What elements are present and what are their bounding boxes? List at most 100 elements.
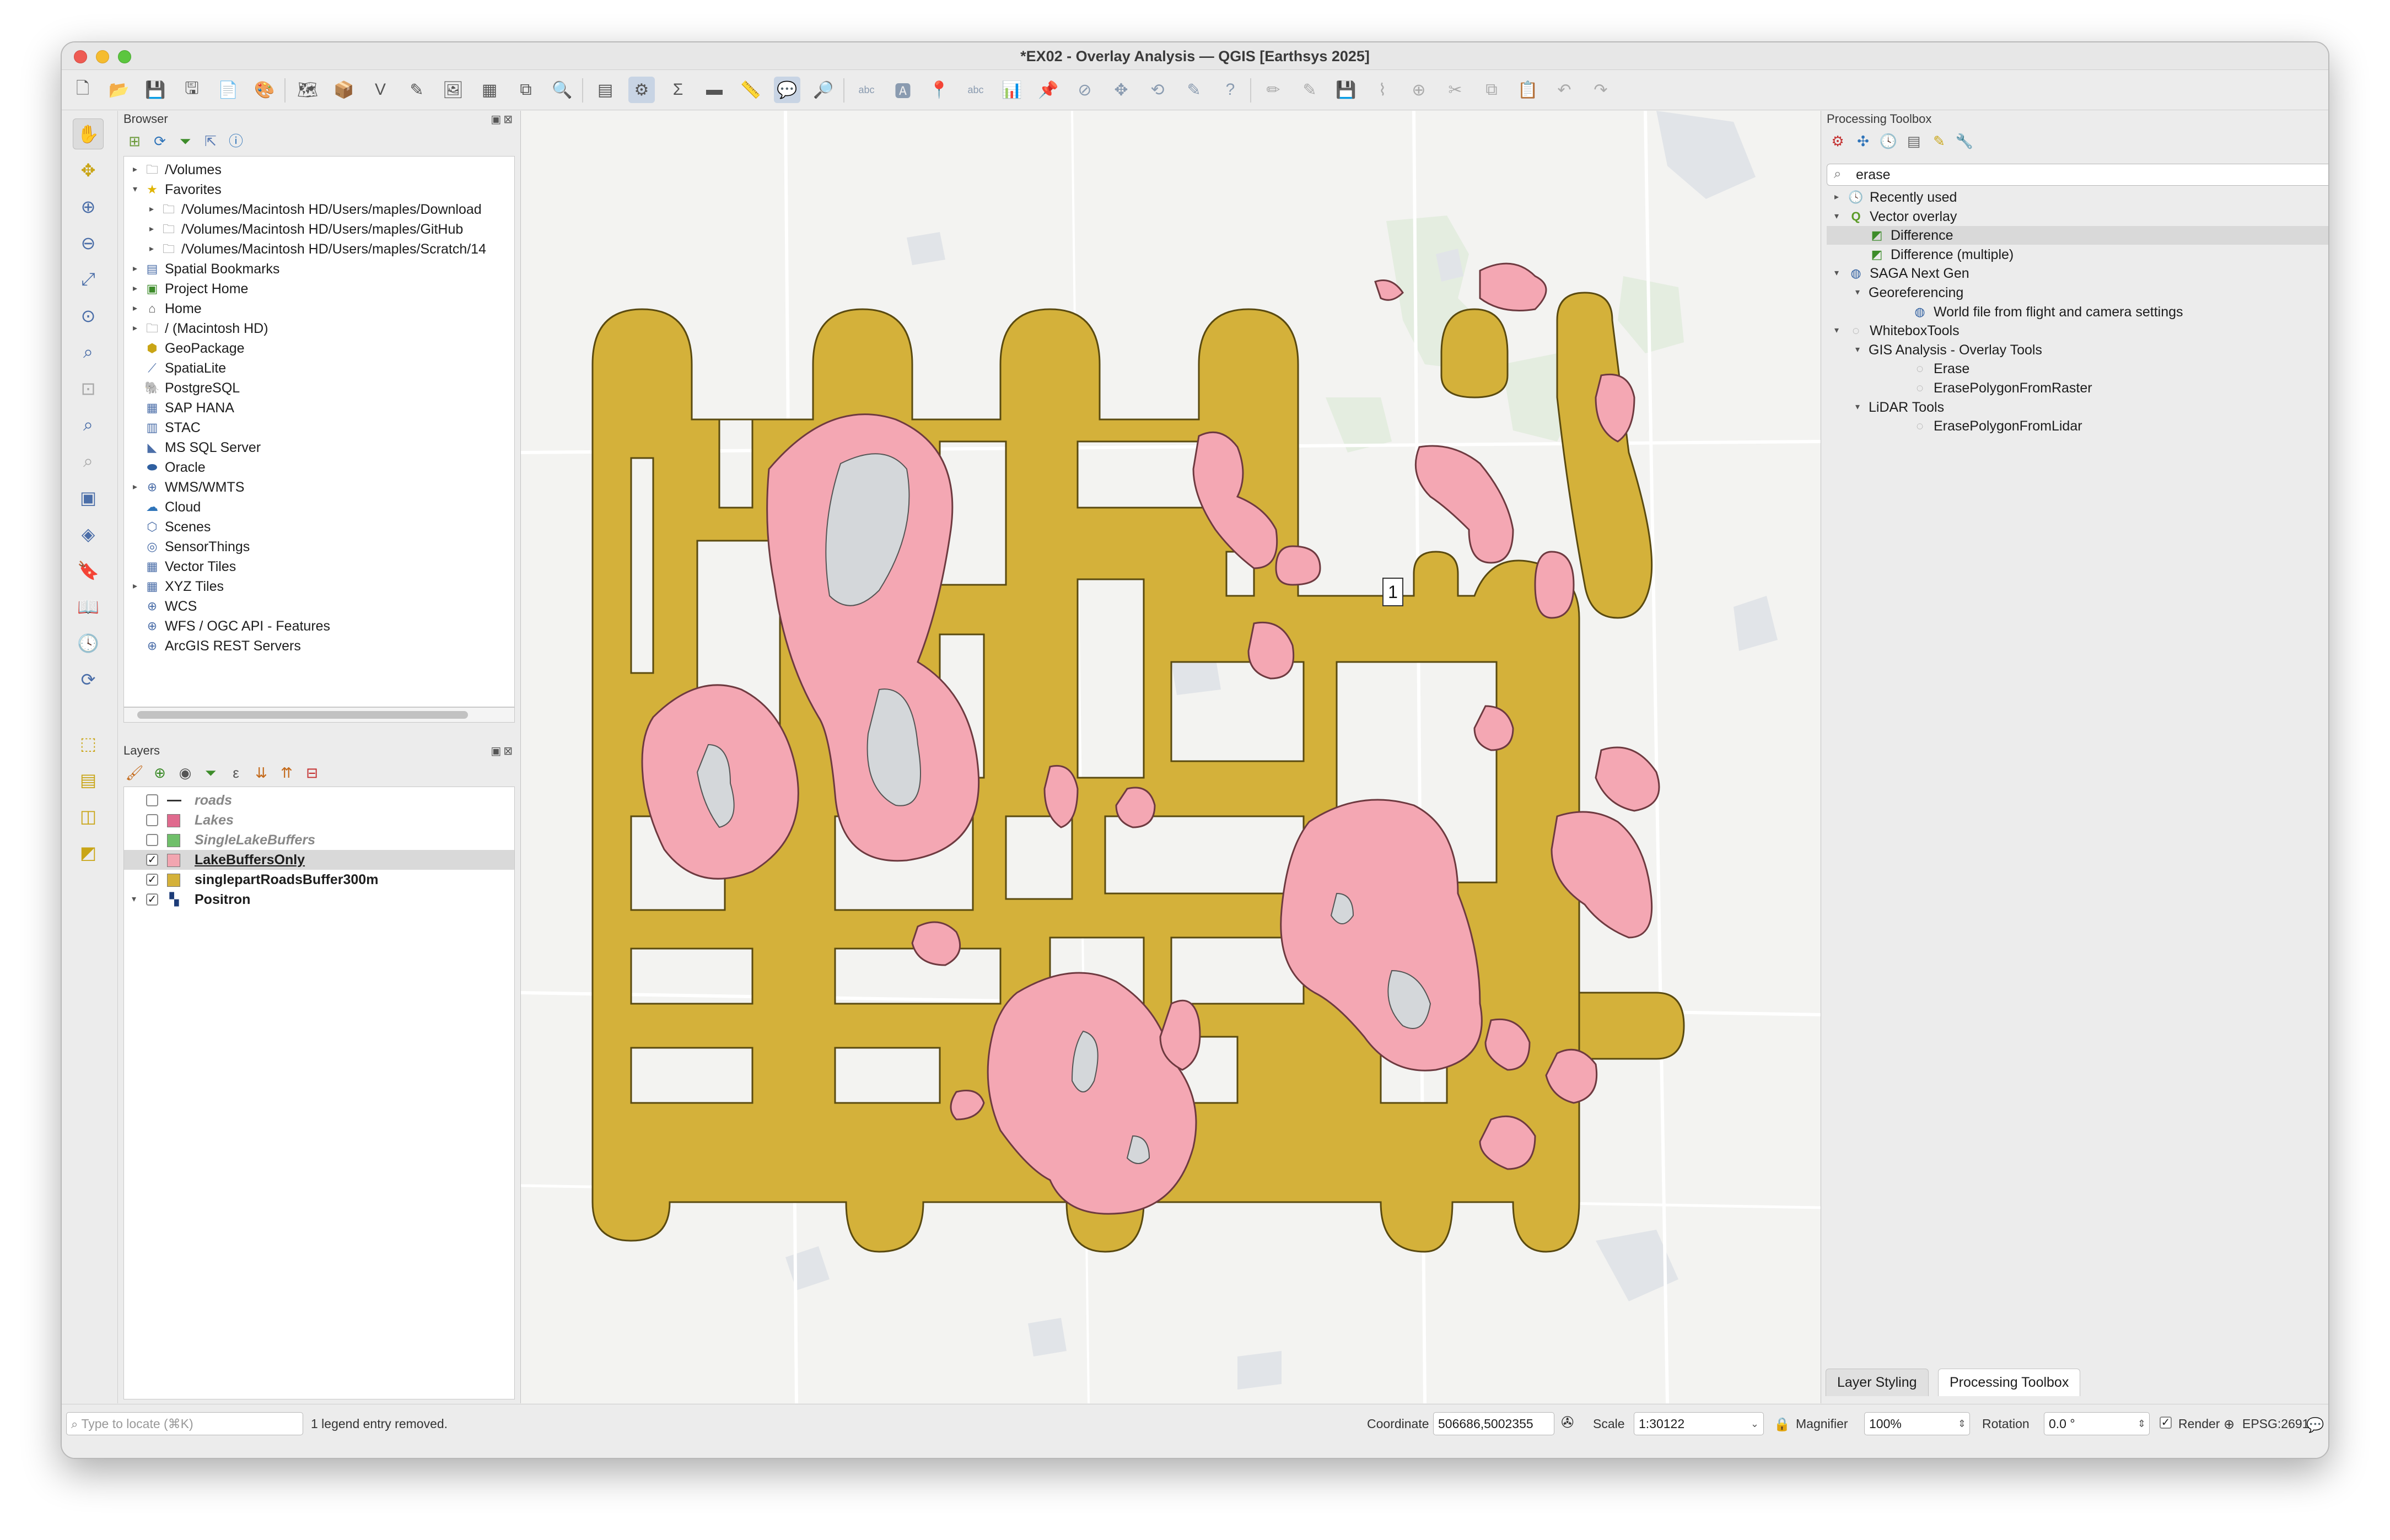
layer-item[interactable]: roads: [124, 790, 514, 810]
diagram-icon[interactable]: 📊: [999, 77, 1025, 103]
browser-item[interactable]: ▸ ⊕ WMS/WMTS: [124, 477, 514, 497]
layer-item[interactable]: ✓ singlepartRoadsBuffer300m: [124, 870, 514, 890]
select-features-icon[interactable]: ⬚: [73, 728, 104, 759]
rotate-label-icon[interactable]: ⟲: [1144, 77, 1171, 103]
layer-item[interactable]: ▾ ✓ ▚ Positron: [124, 890, 514, 909]
browser-item[interactable]: ▦ SAP HANA: [124, 398, 514, 418]
results-icon[interactable]: ▤: [1903, 131, 1925, 152]
new-3d-view-icon[interactable]: ◈: [73, 519, 104, 550]
toolbox-item[interactable]: ▾ GIS Analysis - Overlay Tools: [1827, 341, 2328, 359]
chevron-down-icon[interactable]: ▾: [130, 180, 141, 200]
browser-item[interactable]: ⬬ Oracle: [124, 457, 514, 477]
processing-icon[interactable]: ⚙: [628, 77, 655, 103]
toolbox-item[interactable]: ▾ ◌ WhiteboxTools: [1827, 321, 2328, 340]
panel-float-close-buttons[interactable]: ▣⊠: [491, 112, 515, 126]
messages-icon[interactable]: 💬: [2306, 1417, 2324, 1434]
copy-icon[interactable]: ⧉: [1478, 77, 1505, 103]
browser-item[interactable]: ☁ Cloud: [124, 497, 514, 517]
paste-icon[interactable]: 📋: [1515, 77, 1541, 103]
zoom-last-icon[interactable]: ⌕: [73, 410, 104, 440]
models-icon[interactable]: ⚙: [1827, 131, 1849, 152]
chevron-right-icon[interactable]: ▸: [146, 239, 157, 259]
browser-item[interactable]: ▸ 🗀 /Volumes/Macintosh HD/Users/maples/Git…: [124, 219, 514, 239]
magnifier-field[interactable]: 100% ⇕: [1864, 1412, 1970, 1435]
browser-item[interactable]: ▸ ⌂ Home: [124, 299, 514, 319]
coordinate-field[interactable]: 506686,5002355: [1433, 1412, 1554, 1435]
toolbox-item[interactable]: ◩ Difference: [1827, 226, 2328, 245]
new-project-icon[interactable]: 🗋: [69, 77, 96, 103]
collapse-all-icon[interactable]: ⇱: [200, 131, 222, 152]
browser-item[interactable]: ▸ 🗀 /Volumes: [124, 160, 514, 180]
redo-icon[interactable]: ↷: [1587, 77, 1614, 103]
chevron-right-icon[interactable]: ▸: [130, 279, 141, 299]
open-project-icon[interactable]: 📂: [106, 77, 132, 103]
toolbox-item[interactable]: ◩ Difference (multiple): [1827, 245, 2328, 264]
toolbox-search-field[interactable]: ⌕ erase ⌫: [1827, 164, 2328, 186]
layer-visibility-checkbox[interactable]: [146, 834, 158, 846]
style-manager-icon[interactable]: 🎨: [251, 77, 278, 103]
node-tool-icon[interactable]: ⌇: [1369, 77, 1396, 103]
select-by-expression-icon[interactable]: ▤: [73, 764, 104, 795]
chevron-right-icon[interactable]: ▸: [130, 477, 141, 497]
filter-icon[interactable]: ⏷: [174, 131, 196, 152]
map-svg[interactable]: 1: [521, 111, 1821, 1403]
edit-icon[interactable]: ✎: [1296, 77, 1323, 103]
chevron-down-icon[interactable]: ▾: [1831, 321, 1842, 340]
layer-item[interactable]: Lakes: [124, 810, 514, 830]
help-icon[interactable]: ?: [1217, 77, 1244, 103]
georeference-icon[interactable]: ✎: [403, 77, 430, 103]
refresh-icon[interactable]: ⟳: [73, 664, 104, 695]
browser-item[interactable]: ▥ STAC: [124, 418, 514, 438]
label-pin-icon[interactable]: 📍: [926, 77, 952, 103]
layer-visibility-checkbox[interactable]: [146, 794, 158, 806]
collapse-all-icon[interactable]: ⇈: [276, 762, 298, 783]
show-bookmarks-icon[interactable]: 🔖: [73, 555, 104, 586]
browser-item[interactable]: 🐘 PostgreSQL: [124, 378, 514, 398]
attribute-table-icon[interactable]: ▤: [592, 77, 618, 103]
browser-item[interactable]: ⟋ SpatiaLite: [124, 358, 514, 378]
browser-item[interactable]: ⊕ WCS: [124, 596, 514, 616]
filter-legend-icon[interactable]: ⏷: [200, 762, 222, 783]
change-label-icon[interactable]: ✎: [1181, 77, 1207, 103]
zoom-in-icon[interactable]: ⊕: [73, 191, 104, 222]
toolbox-item[interactable]: ▾ Georeferencing: [1827, 283, 2328, 302]
toolbox-item[interactable]: ◌ ErasePolygonFromLidar: [1827, 417, 2328, 435]
render-checkbox[interactable]: ✓: [2160, 1417, 2172, 1429]
scripts-icon[interactable]: ✣: [1852, 131, 1874, 152]
pan-tool-icon[interactable]: ✋: [73, 119, 104, 149]
new-print-layout-icon[interactable]: 📄: [215, 77, 241, 103]
identify-icon[interactable]: 🔍: [549, 77, 575, 103]
browser-item[interactable]: ▸ 🗀 / (Macintosh HD): [124, 319, 514, 338]
toolbox-item[interactable]: ▸ 🕓 Recently used: [1827, 188, 2328, 207]
digitize-icon[interactable]: V: [367, 77, 394, 103]
cut-icon[interactable]: ✂: [1442, 77, 1468, 103]
add-3d-icon[interactable]: 📦: [331, 77, 357, 103]
browser-item[interactable]: ▸ ▤ Spatial Bookmarks: [124, 259, 514, 279]
chevron-right-icon[interactable]: ▸: [130, 160, 141, 180]
locator-search-field[interactable]: ⌕ Type to locate (⌘K): [66, 1412, 303, 1435]
save-as-icon[interactable]: 🖫: [179, 77, 205, 103]
crs-label[interactable]: EPSG:26915: [2242, 1417, 2316, 1431]
remove-layer-icon[interactable]: ⊟: [301, 762, 323, 783]
label-icon[interactable]: abc: [853, 77, 880, 103]
chevron-down-icon[interactable]: ▾: [1831, 264, 1842, 283]
expand-all-icon[interactable]: ⇊: [250, 762, 272, 783]
add-virtual-icon[interactable]: ⧉: [513, 77, 539, 103]
add-raster-icon[interactable]: 🖼: [440, 77, 466, 103]
add-selected-icon[interactable]: ⊞: [123, 131, 146, 152]
save-edits-icon[interactable]: 💾: [1333, 77, 1359, 103]
tab-layer-styling[interactable]: Layer Styling: [1826, 1369, 1929, 1396]
options-icon[interactable]: 🔧: [1953, 131, 1975, 152]
browser-item[interactable]: ▸ ▣ Project Home: [124, 279, 514, 299]
select-by-location-icon[interactable]: ◩: [73, 837, 104, 868]
chevron-right-icon[interactable]: ▸: [130, 319, 141, 338]
layer-visibility-checkbox[interactable]: ✓: [146, 854, 158, 866]
chevron-right-icon[interactable]: ▸: [146, 219, 157, 239]
browser-item[interactable]: ▸ 🗀 /Volumes/Macintosh HD/Users/maples/Dow…: [124, 200, 514, 219]
add-group-icon[interactable]: ⊕: [149, 762, 171, 783]
show-spatial-bookmarks-icon[interactable]: 📖: [73, 591, 104, 622]
digitize-pencil-icon[interactable]: ✏: [1260, 77, 1286, 103]
chevron-right-icon[interactable]: ▸: [1831, 188, 1842, 207]
toolbox-item[interactable]: ◌ Erase: [1827, 359, 2328, 378]
chevron-down-icon[interactable]: ▾: [1852, 341, 1863, 359]
